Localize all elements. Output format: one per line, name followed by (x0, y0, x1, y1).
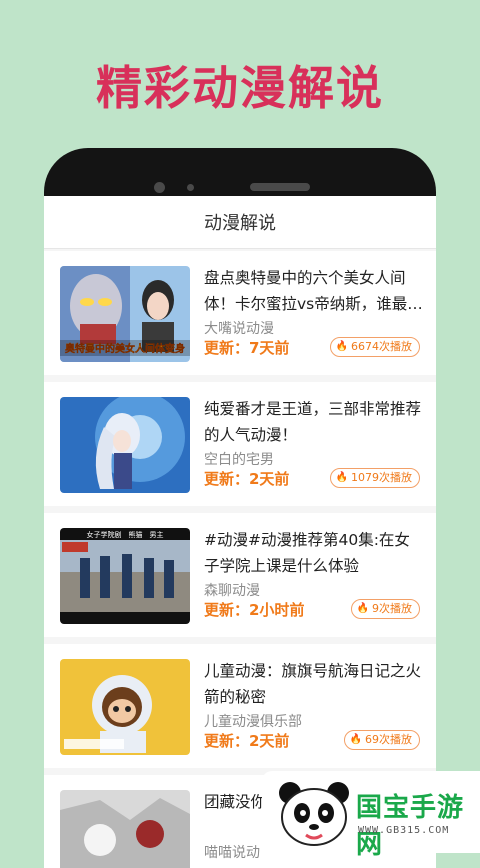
header-title: 动漫解说 (204, 213, 276, 234)
video-title[interactable]: 纯爱番才是王道，三部非常推荐的人气动漫！ (204, 396, 424, 448)
video-thumbnail[interactable] (60, 659, 190, 755)
video-title[interactable]: #动漫#动漫推荐第40集:在女子学院上课是什么体验 (204, 527, 424, 579)
video-title[interactable]: 盘点奥特曼中的六个美女人间体！卡尔蜜拉vs帝纳斯，谁最… (204, 265, 424, 317)
fire-icon: 🔥 (349, 734, 362, 745)
video-author: 森聊动漫 (204, 583, 260, 599)
video-card[interactable]: 儿童动漫：旗旗号航海日记之火箭的秘密 儿童动漫俱乐部 更新：2天前 🔥 69次播… (44, 644, 436, 768)
thumb-caption: 女子学院剧 熊猫 男主 (87, 530, 164, 539)
video-author: 大嘴说动漫 (204, 321, 274, 337)
play-count-badge: 🔥 9次播放 (350, 599, 420, 619)
fire-icon: 🔥 (335, 341, 348, 352)
update-time: 更新：2天前 (204, 470, 290, 488)
thumb-caption: 奥特曼中的美女人间体变身 (65, 342, 185, 355)
video-card[interactable]: 女子学院剧 熊猫 男主 #动漫#动漫推荐第40集:在女子学院上课是什么体验 森聊… (44, 513, 436, 637)
play-count-badge: 🔥 69次播放 (343, 730, 420, 750)
watermark-name: 国宝手游网 (356, 793, 465, 860)
update-time: 更新：2小时前 (204, 601, 305, 619)
video-title[interactable]: 儿童动漫：旗旗号航海日记之火箭的秘密 (204, 658, 424, 710)
play-count-badge: 🔥 6674次播放 (329, 337, 420, 357)
play-count: 1079次播放 (351, 471, 412, 484)
camera-icon (154, 182, 165, 193)
watermark-url: WWW.GB315.COM (358, 825, 450, 836)
update-time: 更新：2天前 (204, 732, 290, 750)
app-screen: 动漫解说 奥特曼中的美女人间体变身 盘点奥特曼中的六个美女人间体！卡尔蜜拉vs帝… (44, 196, 436, 868)
video-card[interactable]: 奥特曼中的美女人间体变身 盘点奥特曼中的六个美女人间体！卡尔蜜拉vs帝纳斯，谁最… (44, 251, 436, 375)
video-thumbnail[interactable] (60, 397, 190, 493)
fire-icon: 🔥 (356, 603, 369, 614)
sensor-icon (187, 184, 194, 191)
video-thumbnail[interactable] (60, 790, 190, 868)
panda-logo-icon (279, 782, 349, 846)
play-count: 9次播放 (372, 602, 412, 615)
watermark-badge: 国宝手游网 WWW.GB315.COM (262, 771, 480, 860)
play-count: 69次播放 (365, 733, 412, 746)
video-thumbnail[interactable]: 奥特曼中的美女人间体变身 (60, 266, 190, 362)
play-count: 6674次播放 (351, 340, 412, 353)
speaker-grille (250, 183, 310, 191)
video-author: 儿童动漫俱乐部 (204, 714, 302, 730)
phone-frame: 动漫解说 奥特曼中的美女人间体变身 盘点奥特曼中的六个美女人间体！卡尔蜜拉vs帝… (44, 148, 436, 868)
video-card[interactable]: 纯爱番才是王道，三部非常推荐的人气动漫！ 空白的宅男 更新：2天前 🔥 1079… (44, 382, 436, 506)
video-thumbnail[interactable]: 女子学院剧 熊猫 男主 (60, 528, 190, 624)
play-count-badge: 🔥 1079次播放 (329, 468, 420, 488)
video-author: 空白的宅男 (204, 452, 274, 468)
fire-icon: 🔥 (335, 472, 348, 483)
app-header: 动漫解说 (44, 196, 436, 249)
update-time: 更新：7天前 (204, 339, 290, 357)
promo-title: 精彩动漫解说 (96, 61, 384, 115)
